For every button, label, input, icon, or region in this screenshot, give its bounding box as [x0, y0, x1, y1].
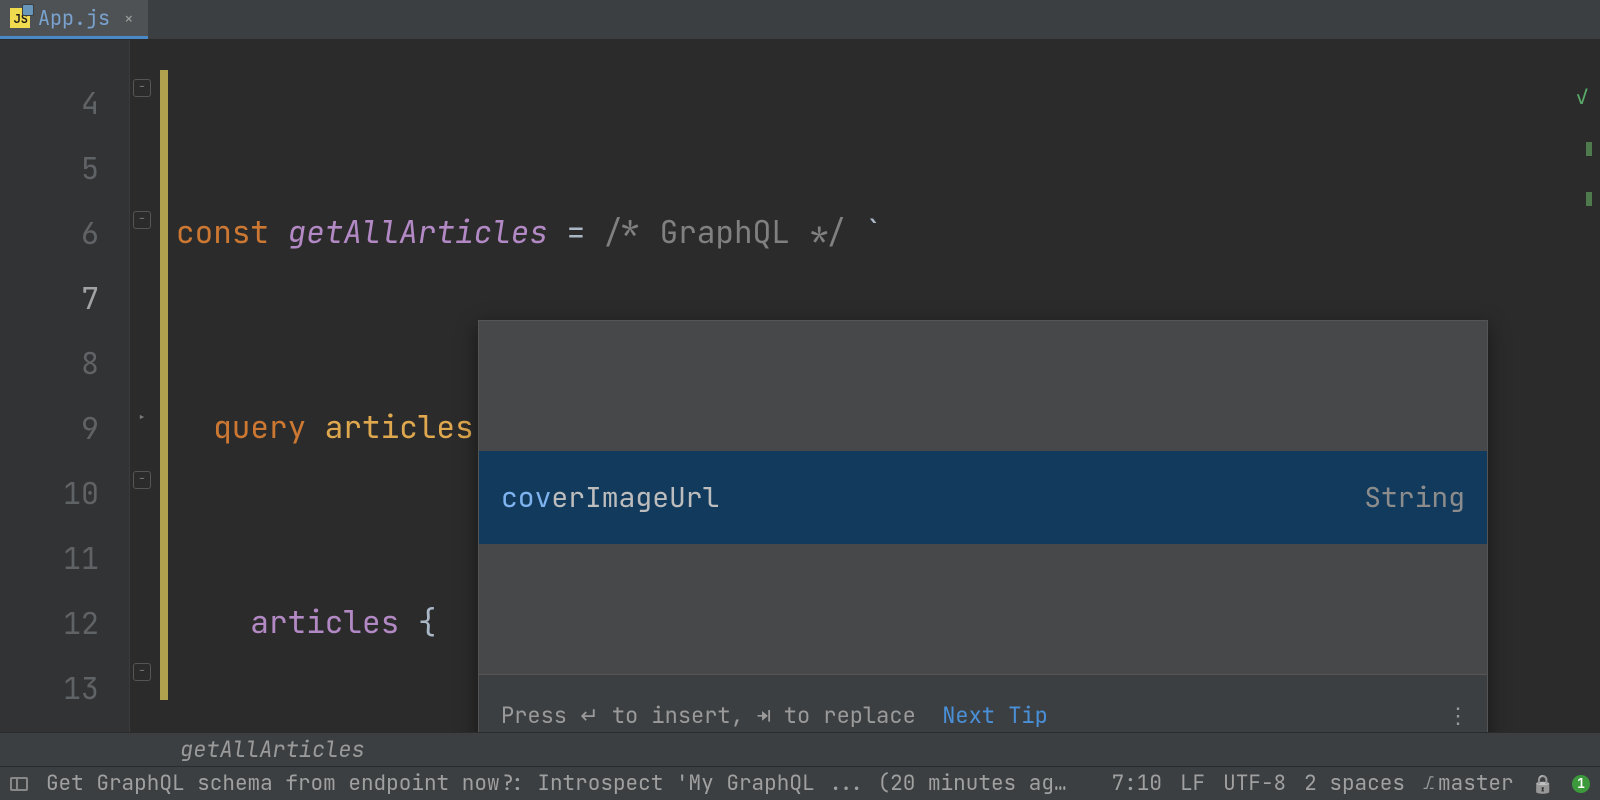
completion-match: cov [501, 479, 551, 516]
inspection-strip[interactable]: ✓ [1570, 82, 1594, 111]
line-number[interactable]: 10 [0, 460, 129, 525]
fold-gutter [130, 40, 160, 732]
token-brace: { [418, 602, 437, 643]
caret-position[interactable]: 7:10 [1112, 770, 1162, 797]
tab-filename: App.js [38, 5, 110, 31]
token-comment: /* GraphQL */ [604, 212, 846, 253]
completion-item[interactable]: coverImageUrl String [479, 451, 1487, 544]
line-number-gutter[interactable]: 4 5 6 7 8 9 10 11 12 13 [0, 40, 130, 732]
branch-icon: ⎇ [1423, 772, 1434, 795]
editor-tab-bar: JS App.js × [0, 0, 1600, 40]
fold-toggle-icon[interactable] [132, 470, 152, 490]
fold-toggle-icon[interactable] [132, 78, 152, 98]
line-number[interactable]: 4 [0, 70, 129, 135]
fold-toggle-icon[interactable] [132, 662, 152, 682]
next-tip-link[interactable]: Next Tip [942, 701, 1048, 730]
branch-name: master [1438, 770, 1514, 797]
token-backtick: ` [846, 212, 883, 253]
line-number[interactable]: 5 [0, 135, 129, 200]
git-branch[interactable]: ⎇master [1423, 770, 1514, 797]
line-number[interactable]: 13 [0, 655, 129, 720]
code-completion-popup[interactable]: coverImageUrl String Press ↵ to insert, … [478, 320, 1488, 800]
analysis-marker[interactable] [1586, 142, 1592, 156]
breadcrumb-bar[interactable]: getAllArticles [0, 732, 1600, 766]
completion-rest: erImageUrl [551, 479, 719, 516]
code-content[interactable]: const getAllArticles = /* GraphQL */ ` q… [168, 40, 1600, 732]
vcs-modified-marker [160, 70, 168, 700]
line-number[interactable]: 12 [0, 590, 129, 655]
completion-label: coverImageUrl [501, 465, 719, 530]
analysis-ok-icon[interactable]: ✓ [1575, 82, 1589, 111]
js-file-icon: JS [10, 8, 30, 28]
completion-type: String [1364, 465, 1465, 530]
fold-marker-icon[interactable] [132, 408, 152, 428]
status-message[interactable]: Get GraphQL schema from endpoint now?: I… [46, 770, 1076, 797]
line-number[interactable]: 9 [0, 395, 129, 460]
vcs-change-gutter [160, 40, 168, 732]
file-encoding[interactable]: UTF-8 [1223, 770, 1286, 797]
line-number[interactable]: 7 [0, 265, 129, 330]
notification-badge[interactable]: 1 [1572, 775, 1590, 793]
token-keyword: const [176, 212, 269, 253]
token-field: articles [250, 602, 417, 643]
fold-toggle-icon[interactable] [132, 210, 152, 230]
tab-app-js[interactable]: JS App.js × [0, 0, 148, 39]
breadcrumb-item[interactable]: getAllArticles [180, 735, 365, 764]
line-separator[interactable]: LF [1180, 770, 1205, 797]
analysis-marker[interactable] [1586, 192, 1592, 206]
token-keyword: query [213, 407, 306, 448]
indent-settings[interactable]: 2 spaces [1304, 770, 1405, 797]
lock-icon[interactable] [1532, 770, 1554, 797]
tool-window-icon[interactable] [10, 777, 28, 791]
line-number[interactable]: 11 [0, 525, 129, 590]
token-identifier: articles [306, 407, 492, 448]
status-bar: Get GraphQL schema from endpoint now?: I… [0, 766, 1600, 800]
token-operator: = [548, 212, 604, 253]
token-identifier: getAllArticles [288, 212, 548, 253]
close-icon[interactable]: × [124, 8, 134, 29]
completion-hint-shortcuts: Press ↵ to insert, ⇥ to replace [501, 701, 916, 730]
editor-area[interactable]: 4 5 6 7 8 9 10 11 12 13 const getAllArti… [0, 40, 1600, 732]
line-number[interactable]: 8 [0, 330, 129, 395]
line-number[interactable]: 6 [0, 200, 129, 265]
